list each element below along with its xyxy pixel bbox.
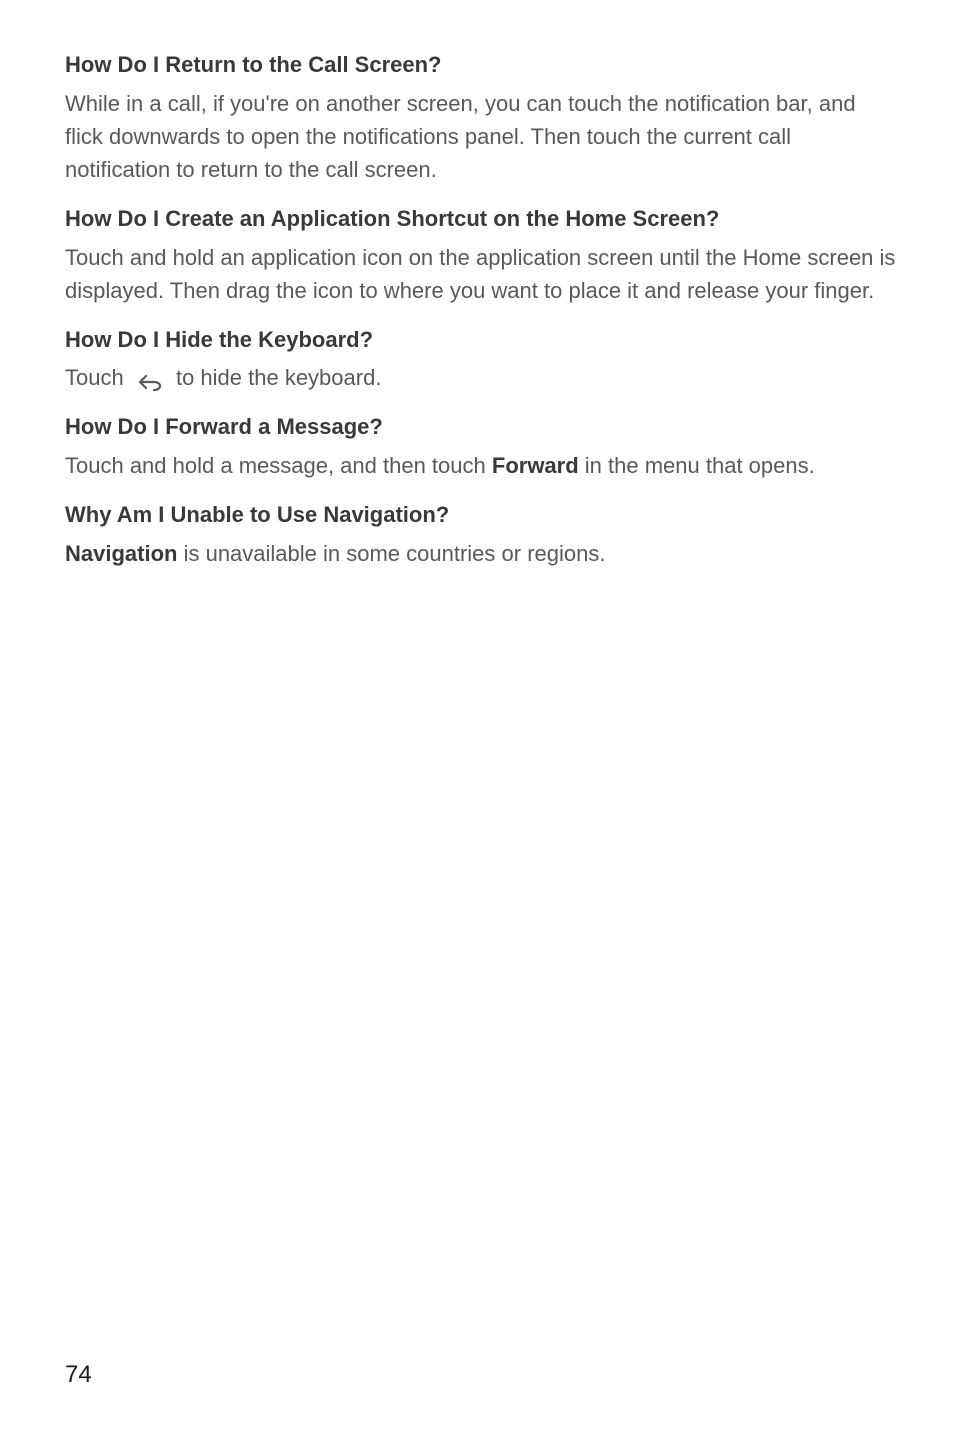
body-navigation: Navigation is unavailable in some countr… [65,537,899,570]
hide-keyboard-prefix: Touch [65,365,130,390]
page-number: 74 [65,1361,92,1389]
body-return-call: While in a call, if you're on another sc… [65,87,899,186]
body-shortcut: Touch and hold an application icon on th… [65,241,899,307]
back-icon [136,368,164,388]
heading-navigation: Why Am I Unable to Use Navigation? [65,500,899,531]
section-forward-message: How Do I Forward a Message? Touch and ho… [65,412,899,482]
hide-keyboard-suffix: to hide the keyboard. [176,365,381,390]
section-navigation: Why Am I Unable to Use Navigation? Navig… [65,500,899,570]
section-shortcut: How Do I Create an Application Shortcut … [65,204,899,307]
heading-shortcut: How Do I Create an Application Shortcut … [65,204,899,235]
forward-message-prefix: Touch and hold a message, and then touch [65,453,492,478]
forward-bold: Forward [492,453,579,478]
body-forward-message: Touch and hold a message, and then touch… [65,449,899,482]
heading-hide-keyboard: How Do I Hide the Keyboard? [65,325,899,356]
body-hide-keyboard: Touch to hide the keyboard. [65,361,899,394]
forward-message-suffix: in the menu that opens. [579,453,815,478]
navigation-bold: Navigation [65,541,177,566]
navigation-suffix: is unavailable in some countries or regi… [177,541,605,566]
section-return-call: How Do I Return to the Call Screen? Whil… [65,50,899,186]
section-hide-keyboard: How Do I Hide the Keyboard? Touch to hid… [65,325,899,395]
heading-return-call: How Do I Return to the Call Screen? [65,50,899,81]
heading-forward-message: How Do I Forward a Message? [65,412,899,443]
